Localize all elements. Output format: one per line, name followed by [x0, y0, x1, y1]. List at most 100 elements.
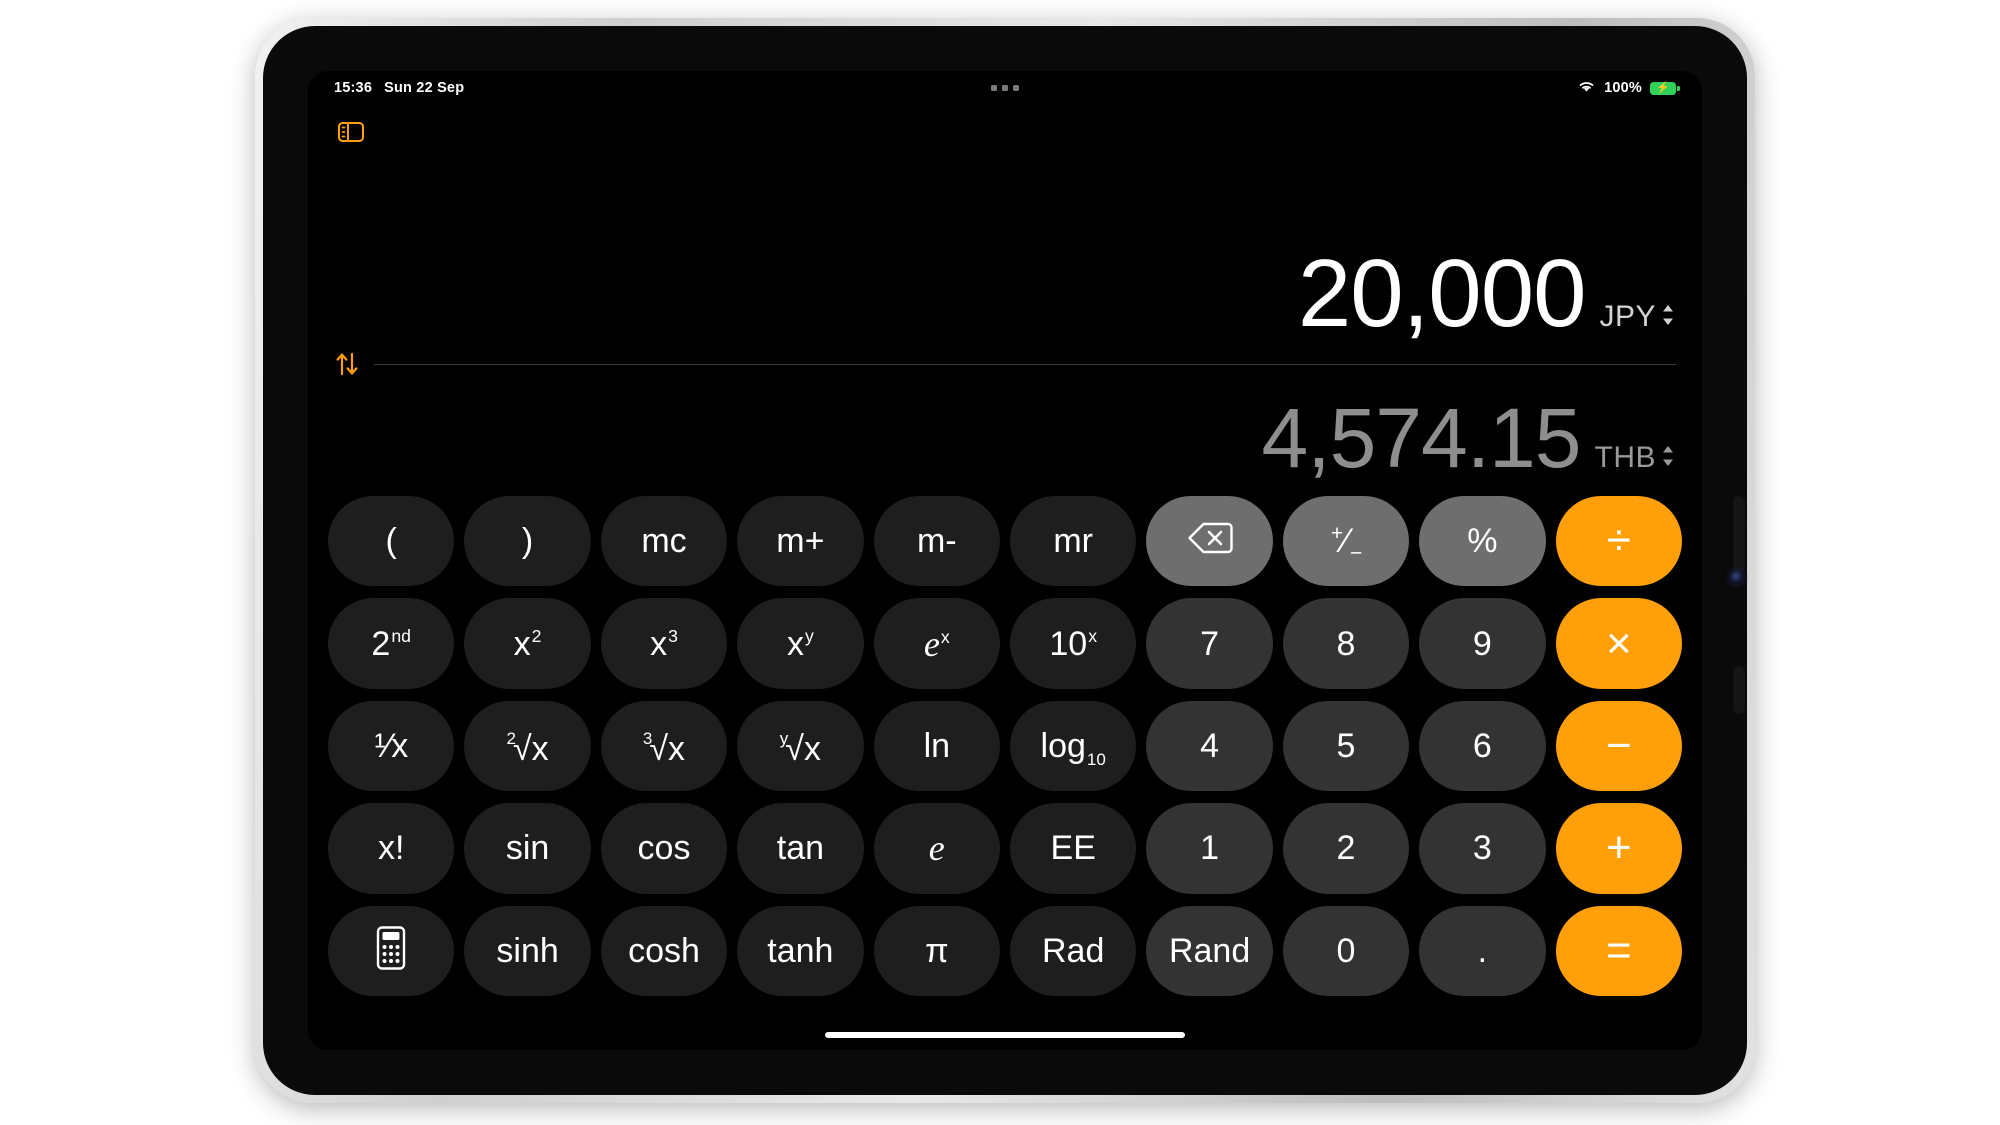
key-1-x[interactable]: ¹⁄x: [328, 700, 455, 792]
key-label: m+: [776, 522, 825, 561]
key-[interactable]: =: [1555, 905, 1682, 996]
status-time: 15:36: [334, 80, 373, 96]
key-4[interactable]: 4: [1146, 700, 1273, 792]
key-6[interactable]: 6: [1419, 700, 1546, 792]
key-label: y √x: [779, 729, 821, 768]
status-bar-right: 100% ⚡: [1577, 79, 1680, 97]
key-mc[interactable]: mc: [600, 496, 728, 587]
secondary-value: 4,574.15: [1261, 391, 1582, 485]
key-sinh[interactable]: sinh: [464, 905, 591, 996]
key-[interactable]: ×: [1555, 598, 1682, 689]
battery-charging-icon: ⚡: [1650, 81, 1680, 95]
key-10[interactable]: 10x: [1010, 598, 1137, 689]
home-indicator[interactable]: [825, 1032, 1185, 1038]
key-label: sin: [505, 829, 550, 868]
tablet-device-frame: 15:36 Sun 22 Sep 100% ⚡ 20,000 JPY 4,574…: [255, 18, 1755, 1103]
secondary-conversion-row: 4,574.15 THB: [1262, 396, 1676, 480]
key-label: π: [925, 931, 949, 970]
key-calculator[interactable]: [328, 905, 455, 996]
primary-unit-label: JPY: [1599, 300, 1656, 333]
key-e[interactable]: e: [873, 803, 1000, 894]
key-label: 2nd: [371, 624, 411, 663]
key-label: .: [1477, 931, 1488, 970]
key-[interactable]: %: [1419, 496, 1546, 587]
key-[interactable]: +: [1555, 803, 1682, 894]
chevron-up-down-icon: [1660, 443, 1676, 474]
key-x[interactable]: 3 √x: [600, 700, 728, 792]
key-m[interactable]: m-: [873, 496, 1000, 587]
key-label: log10: [1040, 726, 1106, 769]
key-rad[interactable]: Rad: [1010, 905, 1137, 996]
key-x[interactable]: x2: [464, 598, 591, 689]
key-[interactable]: ÷: [1555, 496, 1682, 587]
key-tan[interactable]: tan: [737, 803, 864, 894]
secondary-unit-selector[interactable]: THB: [1595, 441, 1677, 475]
key-label: 0: [1336, 931, 1356, 970]
key-label: +: [1605, 823, 1632, 873]
volume-down-button[interactable]: [1733, 531, 1745, 573]
key-label: e: [928, 828, 945, 869]
key-x[interactable]: x!: [328, 803, 455, 894]
key-ln[interactable]: ln: [873, 700, 1000, 792]
battery-percent-label: 100%: [1604, 80, 1642, 96]
status-bar: 15:36 Sun 22 Sep 100% ⚡: [308, 71, 1702, 105]
key-label: 5: [1336, 726, 1356, 765]
key-label: mc: [641, 522, 687, 561]
key-label: 9: [1472, 624, 1492, 663]
backspace-icon: [1187, 521, 1233, 561]
key-label: Rand: [1168, 931, 1251, 970]
key-label: (: [385, 522, 397, 561]
key-label: 8: [1336, 624, 1356, 663]
key-2[interactable]: 2: [1282, 803, 1410, 894]
primary-unit-selector[interactable]: JPY: [1599, 300, 1676, 334]
key-label: ¹⁄x: [374, 726, 409, 765]
key-label: x2: [513, 624, 542, 663]
key-label: EE: [1050, 829, 1096, 868]
key-8[interactable]: 8: [1282, 598, 1410, 689]
key-0[interactable]: 0: [1282, 905, 1410, 996]
key-label: m-: [916, 522, 957, 561]
key-label: ): [521, 522, 534, 561]
key-x[interactable]: x3: [600, 598, 728, 689]
key-x[interactable]: y √x: [737, 700, 864, 792]
key-2nd[interactable]: 2nd: [328, 598, 455, 689]
device-bezel: 15:36 Sun 22 Sep 100% ⚡ 20,000 JPY 4,574…: [263, 26, 1747, 1095]
secondary-unit-label: THB: [1594, 441, 1656, 474]
key-9[interactable]: 9: [1419, 598, 1546, 689]
key-x[interactable]: 2 √x: [464, 700, 591, 792]
key-ee[interactable]: EE: [1010, 803, 1137, 894]
key-e[interactable]: ex: [873, 598, 1000, 689]
key-[interactable]: −: [1555, 700, 1682, 792]
key-m[interactable]: m+: [737, 496, 864, 587]
power-button[interactable]: [1733, 666, 1745, 714]
key-mr[interactable]: mr: [1010, 496, 1137, 587]
key-log[interactable]: log10: [1010, 700, 1137, 792]
key-1[interactable]: 1: [1146, 803, 1273, 894]
calculator-display: 20,000 JPY 4,574.15 THB: [308, 105, 1702, 490]
key-5[interactable]: 5: [1282, 700, 1410, 792]
key-[interactable]: .: [1419, 905, 1546, 996]
swap-arrows-icon[interactable]: [334, 350, 360, 378]
key-label: ×: [1605, 618, 1632, 668]
key-sin[interactable]: sin: [464, 803, 591, 894]
key-[interactable]: π: [873, 905, 1000, 996]
key-7[interactable]: 7: [1146, 598, 1273, 689]
key-label: +⁄−: [1330, 521, 1363, 565]
key-backspace[interactable]: [1146, 496, 1273, 587]
key-label: 4: [1200, 726, 1220, 765]
key-label: ÷: [1606, 516, 1631, 566]
multitasking-dots-icon[interactable]: [991, 85, 1019, 91]
key-rand[interactable]: Rand: [1146, 905, 1273, 996]
key-[interactable]: +⁄−: [1282, 496, 1410, 587]
key-[interactable]: (: [328, 496, 455, 587]
key-label: 3 √x: [642, 729, 686, 768]
key-tanh[interactable]: tanh: [737, 905, 864, 996]
key-x[interactable]: xy: [737, 598, 864, 689]
key-label: 7: [1200, 624, 1220, 663]
key-label: 6: [1472, 726, 1492, 765]
key-label: ex: [923, 623, 950, 664]
key-3[interactable]: 3: [1419, 803, 1546, 894]
key-cos[interactable]: cos: [600, 803, 728, 894]
key-cosh[interactable]: cosh: [600, 905, 728, 996]
key-[interactable]: ): [464, 496, 591, 587]
